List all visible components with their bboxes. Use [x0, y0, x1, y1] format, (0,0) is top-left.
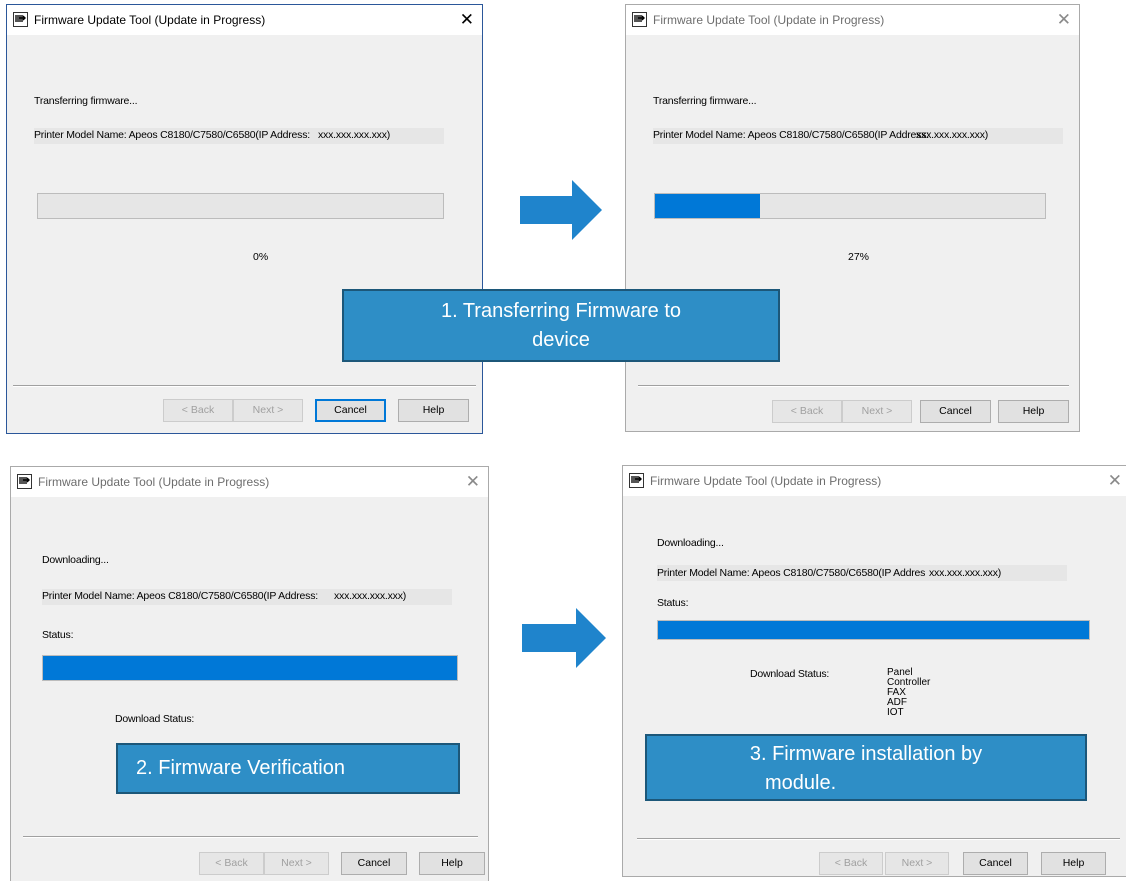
- firmware-update-window-4: Firmware Update Tool (Update in Progress…: [622, 465, 1126, 877]
- download-status-label: Download Status:: [750, 668, 830, 680]
- button-separator: [23, 836, 478, 838]
- printer-model-label: Printer Model Name: Apeos C8180/C7580/C6…: [34, 129, 310, 141]
- step-2-callout: 2. Firmware Verification: [116, 743, 460, 794]
- status-text: Transferring firmware...: [653, 95, 757, 107]
- button-separator: [13, 385, 476, 387]
- window-title: Firmware Update Tool (Update in Progress…: [650, 474, 882, 488]
- next-button[interactable]: Next >: [264, 852, 329, 875]
- next-button[interactable]: Next >: [885, 852, 949, 875]
- window-title: Firmware Update Tool (Update in Progress…: [653, 13, 885, 27]
- next-button[interactable]: Next >: [842, 400, 912, 423]
- transfer-progress-bar: [654, 193, 1046, 219]
- status-label: Status:: [42, 629, 74, 641]
- printer-model-label: Printer Model Name: Apeos C8180/C7580/C6…: [42, 590, 318, 602]
- close-icon[interactable]: ✕: [460, 5, 474, 35]
- step-3-line-1: 3. Firmware installation by: [749, 743, 983, 765]
- progress-fill: [655, 194, 761, 218]
- next-button[interactable]: Next >: [233, 399, 303, 422]
- button-separator: [637, 838, 1120, 840]
- firmware-tool-icon: [632, 12, 647, 27]
- window-title: Firmware Update Tool (Update in Progress…: [34, 13, 266, 27]
- ip-address-value: xxx.xxx.xxx.xxx): [916, 129, 989, 141]
- ip-address-value: xxx.xxx.xxx.xxx): [334, 590, 407, 602]
- back-button[interactable]: < Back: [819, 852, 883, 875]
- help-button[interactable]: Help: [1041, 852, 1106, 875]
- back-button[interactable]: < Back: [163, 399, 233, 422]
- window-title: Firmware Update Tool (Update in Progress…: [38, 475, 270, 489]
- ip-address-value: xxx.xxx.xxx.xxx): [929, 567, 1002, 579]
- step-1-line-2: device: [532, 329, 590, 351]
- firmware-update-window-3: Firmware Update Tool (Update in Progress…: [10, 466, 489, 881]
- progress-percent: 0%: [253, 251, 269, 263]
- status-label: Status:: [657, 597, 689, 609]
- cancel-button[interactable]: Cancel: [963, 852, 1028, 875]
- close-icon[interactable]: ✕: [466, 467, 480, 497]
- progress-percent: 27%: [848, 251, 870, 263]
- printer-model-label: Printer Model Name: Apeos C8180/C7580/C6…: [653, 129, 929, 141]
- step-2-text: 2. Firmware Verification: [136, 757, 345, 779]
- title-bar[interactable]: Firmware Update Tool (Update in Progress…: [11, 467, 488, 497]
- firmware-update-window-1: Firmware Update Tool (Update in Progress…: [6, 4, 483, 434]
- help-button[interactable]: Help: [419, 852, 485, 875]
- back-button[interactable]: < Back: [199, 852, 264, 875]
- cancel-button[interactable]: Cancel: [920, 400, 991, 423]
- progress-fill: [658, 621, 1089, 639]
- button-separator: [638, 385, 1069, 387]
- title-bar[interactable]: Firmware Update Tool (Update in Progress…: [623, 466, 1126, 496]
- cancel-button[interactable]: Cancel: [315, 399, 386, 422]
- status-text: Transferring firmware...: [34, 95, 138, 107]
- step-3-callout: 3. Firmware installation by module.: [645, 734, 1087, 801]
- close-icon[interactable]: ✕: [1108, 466, 1122, 496]
- status-text: Downloading...: [657, 537, 724, 549]
- status-text: Downloading...: [42, 554, 109, 566]
- firmware-tool-icon: [13, 12, 28, 27]
- title-bar[interactable]: Firmware Update Tool (Update in Progress…: [7, 5, 482, 35]
- firmware-tool-icon: [17, 474, 32, 489]
- cancel-button[interactable]: Cancel: [341, 852, 407, 875]
- title-bar[interactable]: Firmware Update Tool (Update in Progress…: [626, 5, 1079, 35]
- progress-fill: [43, 656, 457, 680]
- firmware-update-window-2: Firmware Update Tool (Update in Progress…: [625, 4, 1080, 432]
- module-iot: IOT: [887, 707, 904, 718]
- right-arrow-icon: [520, 180, 602, 240]
- printer-model-label: Printer Model Name: Apeos C8180/C7580/C6…: [657, 567, 926, 579]
- ip-address-value: xxx.xxx.xxx.xxx): [318, 129, 391, 141]
- right-arrow-icon: [522, 608, 606, 668]
- transfer-progress-bar: [37, 193, 444, 219]
- download-status-label: Download Status:: [115, 713, 195, 725]
- help-button[interactable]: Help: [398, 399, 469, 422]
- help-button[interactable]: Help: [998, 400, 1069, 423]
- close-icon[interactable]: ✕: [1057, 5, 1071, 35]
- download-progress-bar: [42, 655, 458, 681]
- download-progress-bar: [657, 620, 1090, 640]
- step-1-callout: 1. Transferring Firmware to device: [342, 289, 780, 362]
- back-button[interactable]: < Back: [772, 400, 842, 423]
- step-3-line-2: module.: [765, 772, 837, 794]
- firmware-tool-icon: [629, 473, 644, 488]
- step-1-line-1: 1. Transferring Firmware to: [440, 300, 682, 322]
